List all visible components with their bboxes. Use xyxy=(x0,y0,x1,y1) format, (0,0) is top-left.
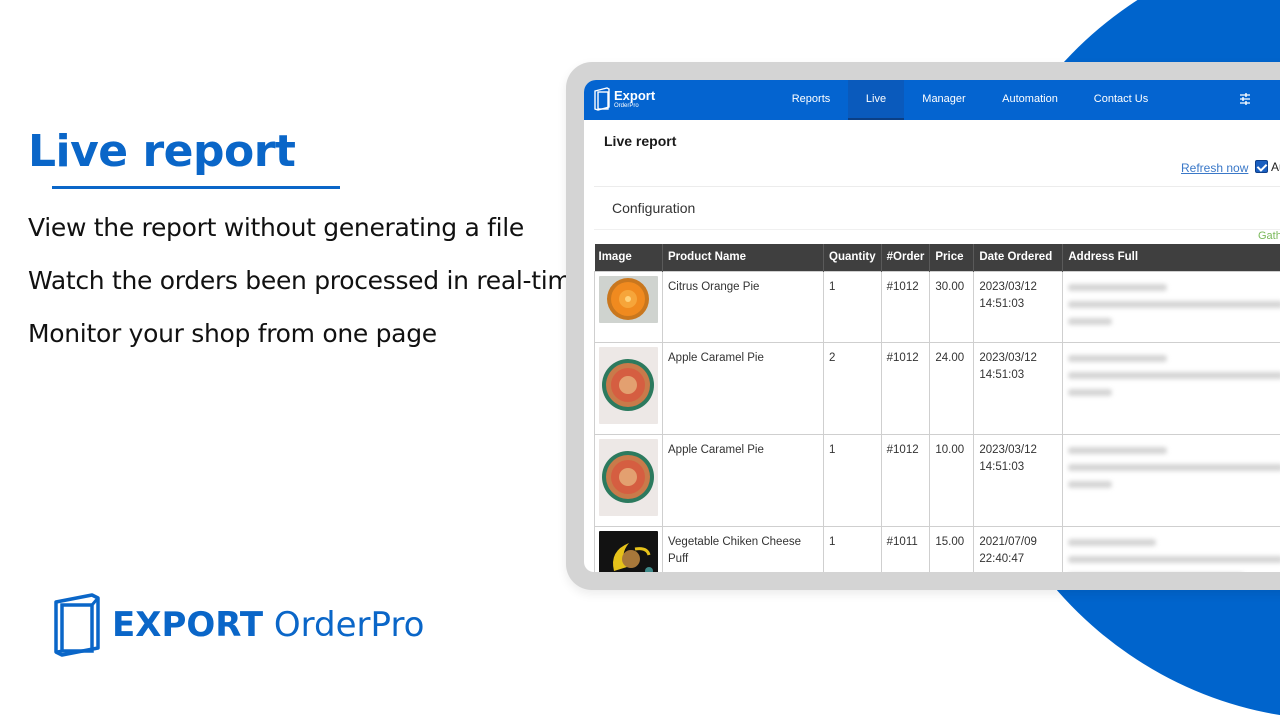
date-cell: 2023/03/12 14:51:03 xyxy=(973,270,1064,343)
brand-name-bold: EXPORT xyxy=(112,605,264,645)
address-cell-blurred xyxy=(1062,433,1280,527)
app-logo[interactable]: Export OrderPro xyxy=(593,87,655,111)
app-logo-title: Export xyxy=(614,88,656,103)
date-cell: 2023/03/12 14:51:03 xyxy=(973,433,1064,527)
table-header-row: Image Product Name Quantity #Order Price… xyxy=(594,244,1280,271)
column-header[interactable]: Price xyxy=(929,244,975,271)
date-value: 2023/03/12 xyxy=(979,443,1037,456)
table-row: Apple Caramel Pie 1 #1012 10.00 2023/03/… xyxy=(594,433,1280,527)
product-name-cell: Apple Caramel Pie xyxy=(662,433,824,527)
nav-contact-us[interactable]: Contact Us xyxy=(1086,80,1156,120)
time-value: 14:51:03 xyxy=(979,460,1025,473)
top-nav: Export OrderPro Reports Live Manager Aut… xyxy=(584,80,1280,120)
auto-refresh-checkbox[interactable] xyxy=(1255,160,1268,173)
nav-manager[interactable]: Manager xyxy=(914,80,974,120)
order-cell: #1012 xyxy=(880,341,931,435)
order-cell: #1012 xyxy=(880,270,931,343)
image-cell xyxy=(594,341,663,435)
sliders-icon[interactable] xyxy=(1238,92,1252,106)
brand-name-light: OrderPro xyxy=(263,605,425,645)
date-cell: 2023/03/12 14:51:03 xyxy=(973,341,1064,435)
table-row: Citrus Orange Pie 1 #1012 30.00 2023/03/… xyxy=(594,270,1280,343)
image-cell xyxy=(594,270,663,343)
column-header[interactable]: Address Full xyxy=(1062,244,1280,271)
date-value: 2023/03/12 xyxy=(979,280,1037,293)
address-cell-blurred xyxy=(1062,341,1280,435)
column-header[interactable]: Product Name xyxy=(662,244,824,271)
nav-live[interactable]: Live xyxy=(848,80,904,120)
app-screen: Export OrderPro Reports Live Manager Aut… xyxy=(584,80,1280,572)
feature-text: View the report without generating a fil… xyxy=(28,213,525,242)
product-name-cell: Citrus Orange Pie xyxy=(662,270,824,343)
time-value: 14:51:03 xyxy=(979,297,1025,310)
product-thumbnail-image xyxy=(599,346,658,424)
address-cell-blurred xyxy=(1062,270,1280,343)
product-thumbnail-image xyxy=(599,530,658,572)
book-logo-icon xyxy=(594,87,610,111)
image-cell xyxy=(594,525,663,572)
time-value: 22:40:47 xyxy=(979,552,1025,565)
product-name-cell: Vegetable Chiken Cheese Puff xyxy=(662,525,824,572)
configuration-label: Configuration xyxy=(612,200,696,216)
table-row: Apple Caramel Pie 2 #1012 24.00 2023/03/… xyxy=(594,341,1280,435)
table-row: Vegetable Chiken Cheese Puff 1 #1011 15.… xyxy=(594,525,1280,572)
price-cell: 10.00 xyxy=(929,433,975,527)
date-value: 2021/07/09 xyxy=(979,535,1037,548)
hero-title: Live report xyxy=(28,126,296,177)
quantity-cell: 2 xyxy=(823,341,882,435)
orders-table: Image Product Name Quantity #Order Price… xyxy=(594,244,1280,572)
quantity-cell: 1 xyxy=(823,525,882,572)
nav-automation[interactable]: Automation xyxy=(992,80,1068,120)
product-name-cell: Apple Caramel Pie xyxy=(662,341,824,435)
auto-refresh-label: Au xyxy=(1271,160,1280,174)
nav-reports[interactable]: Reports xyxy=(784,80,838,120)
time-value: 14:51:03 xyxy=(979,368,1025,381)
hero-underline xyxy=(52,186,340,189)
order-cell: #1011 xyxy=(880,525,931,572)
quantity-cell: 1 xyxy=(823,433,882,527)
date-value: 2023/03/12 xyxy=(979,351,1037,364)
divider xyxy=(594,229,1280,230)
price-cell: 15.00 xyxy=(929,525,975,572)
brand-name: EXPORT OrderPro xyxy=(112,605,424,645)
gathered-status: Gathere xyxy=(1258,230,1280,242)
feature-text: Watch the orders been processed in real-… xyxy=(28,266,587,295)
column-header[interactable]: #Order xyxy=(881,244,931,271)
address-cell-blurred xyxy=(1062,525,1280,572)
column-header[interactable]: Quantity xyxy=(823,244,882,271)
product-thumbnail-image xyxy=(599,275,658,323)
brand-logo: EXPORT OrderPro xyxy=(48,592,424,658)
image-cell xyxy=(594,433,663,527)
book-logo-icon xyxy=(54,593,100,657)
order-cell: #1012 xyxy=(880,433,931,527)
feature-text: Monitor your shop from one page xyxy=(28,319,437,348)
page-title: Live report xyxy=(604,133,677,149)
product-thumbnail-image xyxy=(599,438,658,516)
refresh-now-link[interactable]: Refresh now xyxy=(1181,161,1248,175)
price-cell: 24.00 xyxy=(929,341,975,435)
column-header[interactable]: Date Ordered xyxy=(973,244,1064,271)
column-header[interactable]: Image xyxy=(594,244,663,271)
price-cell: 30.00 xyxy=(929,270,975,343)
configuration-panel[interactable]: Configuration xyxy=(594,187,1280,229)
date-cell: 2021/07/09 22:40:47 xyxy=(973,525,1064,572)
quantity-cell: 1 xyxy=(823,270,882,343)
app-logo-subtitle: OrderPro xyxy=(614,103,639,109)
